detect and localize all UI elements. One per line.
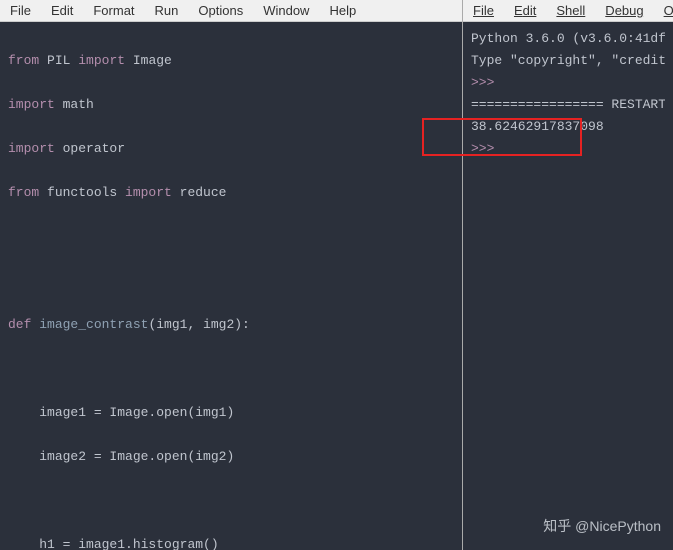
shell-menu-debug[interactable]: Debug: [595, 1, 653, 20]
blank-line: [8, 226, 450, 248]
mod-functools: functools: [47, 185, 125, 200]
line-h1: h1 = image1.histogram(): [39, 537, 218, 550]
shell-menu-options[interactable]: Options: [654, 1, 673, 20]
blank-line: [8, 358, 450, 380]
line-assign1: image1 = Image.open(img1): [39, 405, 234, 420]
kw-import: import: [8, 97, 63, 112]
sym-image: Image: [133, 53, 172, 68]
kw-import: import: [8, 141, 63, 156]
func-name: image_contrast: [39, 317, 148, 332]
mod-pil: PIL: [47, 53, 78, 68]
menu-options[interactable]: Options: [188, 1, 253, 20]
shell-output: 38.62462917837098: [471, 116, 665, 138]
shell-version: Python 3.6.0 (v3.6.0:41df79263a11, De: [471, 28, 665, 50]
blank-line: [8, 490, 450, 512]
mod-operator: operator: [63, 141, 125, 156]
editor-menubar: File Edit Format Run Options Window Help: [0, 0, 462, 22]
menu-format[interactable]: Format: [83, 1, 144, 20]
shell-hint: Type "copyright", "credits" or "license(…: [471, 50, 665, 72]
shell-prompt: >>>: [471, 138, 665, 160]
shell-menu-edit[interactable]: Edit: [504, 1, 546, 20]
kw-from: from: [8, 185, 47, 200]
code-editor[interactable]: from PIL import Image import math import…: [0, 22, 462, 550]
menu-edit[interactable]: Edit: [41, 1, 83, 20]
menu-file[interactable]: File: [0, 1, 41, 20]
menu-window[interactable]: Window: [253, 1, 319, 20]
shell-restart: ================= RESTART: C:\Us: [471, 94, 665, 116]
watermark: 知乎 @NicePython: [543, 516, 661, 536]
kw-def: def: [8, 317, 39, 332]
shell-menu-shell[interactable]: Shell: [546, 1, 595, 20]
python-shell[interactable]: Python 3.6.0 (v3.6.0:41df79263a11, De Ty…: [463, 22, 673, 550]
func-args: (img1, img2):: [148, 317, 249, 332]
blank-line: [8, 270, 450, 292]
mod-math: math: [63, 97, 94, 112]
shell-menu-file[interactable]: File: [463, 1, 504, 20]
menu-run[interactable]: Run: [145, 1, 189, 20]
sym-reduce: reduce: [180, 185, 227, 200]
kw-import: import: [125, 185, 180, 200]
menu-help[interactable]: Help: [319, 1, 366, 20]
shell-menubar: File Edit Shell Debug Options: [463, 0, 673, 22]
line-assign2: image2 = Image.open(img2): [39, 449, 234, 464]
shell-prompt: >>>: [471, 72, 665, 94]
kw-import: import: [78, 53, 133, 68]
kw-from: from: [8, 53, 47, 68]
